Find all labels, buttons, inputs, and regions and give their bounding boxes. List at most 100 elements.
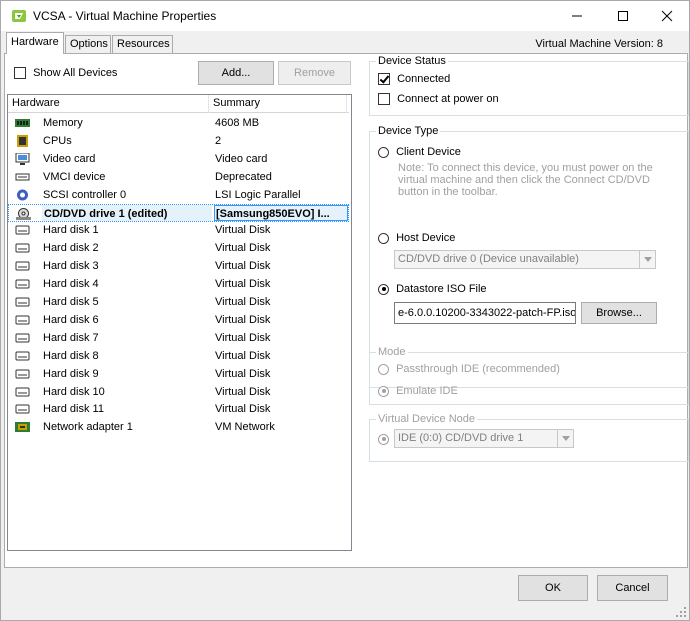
tab-hardware[interactable]: Hardware: [6, 32, 64, 54]
network-adapter-icon: [15, 421, 30, 433]
device-summary: Virtual Disk: [215, 367, 271, 380]
datastore-iso-radio[interactable]: Datastore ISO File: [378, 283, 487, 295]
device-list[interactable]: Hardware Summary Memory 4608 MB CPUs 2 Video…: [7, 94, 352, 551]
client-device-radio[interactable]: Client Device: [378, 146, 461, 158]
radio[interactable]: [378, 385, 389, 397]
virtual-device-node-title: Virtual Device Node: [376, 413, 478, 425]
device-summary: Virtual Disk: [215, 331, 271, 344]
hard-disk-icon: [15, 332, 30, 344]
device-status-group: Device Status Connected Connect at power…: [369, 55, 689, 116]
device-name: Network adapter 1: [43, 421, 133, 434]
checkbox[interactable]: [378, 93, 390, 106]
ok-button[interactable]: OK: [518, 575, 588, 601]
cd-dvd-drive-icon: [16, 207, 31, 220]
device-type-title: Device Type: [376, 125, 441, 137]
virtual-device-node-select[interactable]: IDE (0:0) CD/DVD drive 1: [394, 429, 574, 448]
device-row[interactable]: Hard disk 9 Virtual Disk: [8, 365, 349, 383]
device-list-header: Hardware Summary: [8, 95, 349, 113]
device-name: Hard disk 5: [43, 296, 99, 308]
device-row[interactable]: Hard disk 7 Virtual Disk: [8, 329, 349, 347]
virtual-device-node-radio[interactable]: [378, 433, 389, 445]
checkbox[interactable]: [14, 67, 26, 80]
device-row[interactable]: Hard disk 8 Virtual Disk: [8, 347, 349, 365]
device-summary: Deprecated: [215, 170, 272, 183]
device-row[interactable]: CD/DVD drive 1 (edited) [Samsung850EVO] I…: [8, 203, 349, 222]
window-title: VCSA - Virtual Machine Properties: [33, 9, 217, 23]
hardware-tab-panel: Show All Devices Add... Remove Hardware …: [4, 53, 689, 568]
device-name: Memory: [43, 117, 83, 129]
device-name: Hard disk 11: [43, 403, 104, 416]
device-summary: Virtual Disk: [215, 278, 271, 291]
column-header-hardware[interactable]: Hardware: [8, 95, 209, 113]
device-row[interactable]: CPUs 2: [8, 132, 349, 150]
device-name: Hard disk 7: [43, 331, 99, 344]
vmci-device-icon: [15, 171, 30, 183]
device-row[interactable]: Hard disk 3 Virtual Disk: [8, 257, 349, 275]
passthrough-ide-radio[interactable]: Passthrough IDE (recommended): [378, 363, 560, 375]
hard-disk-icon: [15, 296, 30, 308]
show-all-devices-checkbox[interactable]: Show All Devices: [14, 67, 117, 80]
device-row[interactable]: Hard disk 5 Virtual Disk: [8, 293, 349, 311]
vm-version-label: Virtual Machine Version: 8: [535, 38, 663, 50]
radio[interactable]: [378, 232, 389, 244]
hard-disk-icon: [15, 403, 30, 415]
device-name: Hard disk 8: [43, 349, 99, 362]
device-name: VMCI device: [43, 170, 106, 183]
column-header-summary[interactable]: Summary: [209, 95, 347, 113]
device-row[interactable]: VMCI device Deprecated: [8, 168, 349, 186]
device-name: Video card: [43, 152, 96, 165]
datastore-iso-path-field[interactable]: e-6.0.0.10200-3343022-patch-FP.iso: [394, 302, 576, 324]
device-name: CPUs: [43, 134, 72, 147]
tab-options[interactable]: Options: [65, 35, 111, 54]
hard-disk-icon: [15, 386, 30, 398]
device-row[interactable]: SCSI controller 0 LSI Logic Parallel: [8, 186, 349, 204]
device-summary: [Samsung850EVO] I...: [216, 207, 330, 220]
tab-resources[interactable]: Resources: [112, 35, 173, 54]
vsphere-app-icon: [11, 9, 27, 23]
vm-properties-window: VCSA - Virtual Machine Properties Hardwa…: [0, 0, 690, 621]
virtual-device-node-group: Virtual Device Node IDE (0:0) CD/DVD dri…: [369, 413, 689, 462]
maximize-button[interactable]: [600, 1, 646, 31]
radio[interactable]: [378, 433, 389, 445]
browse-button[interactable]: Browse...: [581, 302, 657, 324]
device-row[interactable]: Hard disk 10 Virtual Disk: [8, 383, 349, 401]
device-name: Hard disk 1: [43, 224, 99, 237]
radio[interactable]: [378, 283, 389, 295]
radio[interactable]: [378, 363, 389, 375]
device-row[interactable]: Hard disk 11 Virtual Disk: [8, 400, 349, 418]
scsi-controller-icon: [15, 189, 30, 201]
cancel-button[interactable]: Cancel: [597, 575, 668, 601]
device-row[interactable]: Hard disk 2 Virtual Disk: [8, 239, 349, 257]
device-row[interactable]: Hard disk 4 Virtual Disk: [8, 275, 349, 293]
checkbox[interactable]: [378, 73, 390, 86]
device-row[interactable]: Memory 4608 MB: [8, 114, 349, 132]
title-bar: VCSA - Virtual Machine Properties: [1, 1, 689, 31]
resize-grip[interactable]: [675, 606, 687, 618]
emulate-ide-radio[interactable]: Emulate IDE: [378, 385, 458, 397]
device-row[interactable]: Hard disk 6 Virtual Disk: [8, 311, 349, 329]
host-device-select[interactable]: CD/DVD drive 0 (Device unavailable): [394, 250, 656, 269]
close-button[interactable]: [644, 1, 690, 31]
hard-disk-icon: [15, 260, 30, 272]
device-summary: Virtual Disk: [215, 313, 271, 326]
connected-checkbox[interactable]: Connected: [378, 73, 450, 86]
client-device-note: Note: To connect this device, you must p…: [398, 162, 653, 198]
device-summary: Virtual Disk: [215, 224, 271, 237]
device-summary: Video card: [215, 152, 268, 165]
device-name: Hard disk 2: [43, 242, 99, 255]
device-type-group: Device Type Client Device Note: To conne…: [369, 125, 689, 388]
remove-button[interactable]: Remove: [278, 61, 351, 85]
connect-at-power-on-checkbox[interactable]: Connect at power on: [378, 93, 499, 106]
radio[interactable]: [378, 146, 389, 158]
device-row[interactable]: Hard disk 1 Virtual Disk: [8, 221, 349, 239]
chevron-down-icon: [557, 430, 573, 447]
device-summary: Virtual Disk: [215, 403, 271, 416]
device-summary: LSI Logic Parallel: [215, 188, 301, 201]
host-device-radio[interactable]: Host Device: [378, 232, 455, 244]
device-row[interactable]: Video card Video card: [8, 150, 349, 168]
device-name: Hard disk 9: [43, 367, 99, 380]
memory-icon: [15, 117, 30, 129]
minimize-button[interactable]: [554, 1, 600, 31]
device-row[interactable]: Network adapter 1 VM Network: [8, 418, 349, 436]
add-button[interactable]: Add...: [198, 61, 274, 85]
